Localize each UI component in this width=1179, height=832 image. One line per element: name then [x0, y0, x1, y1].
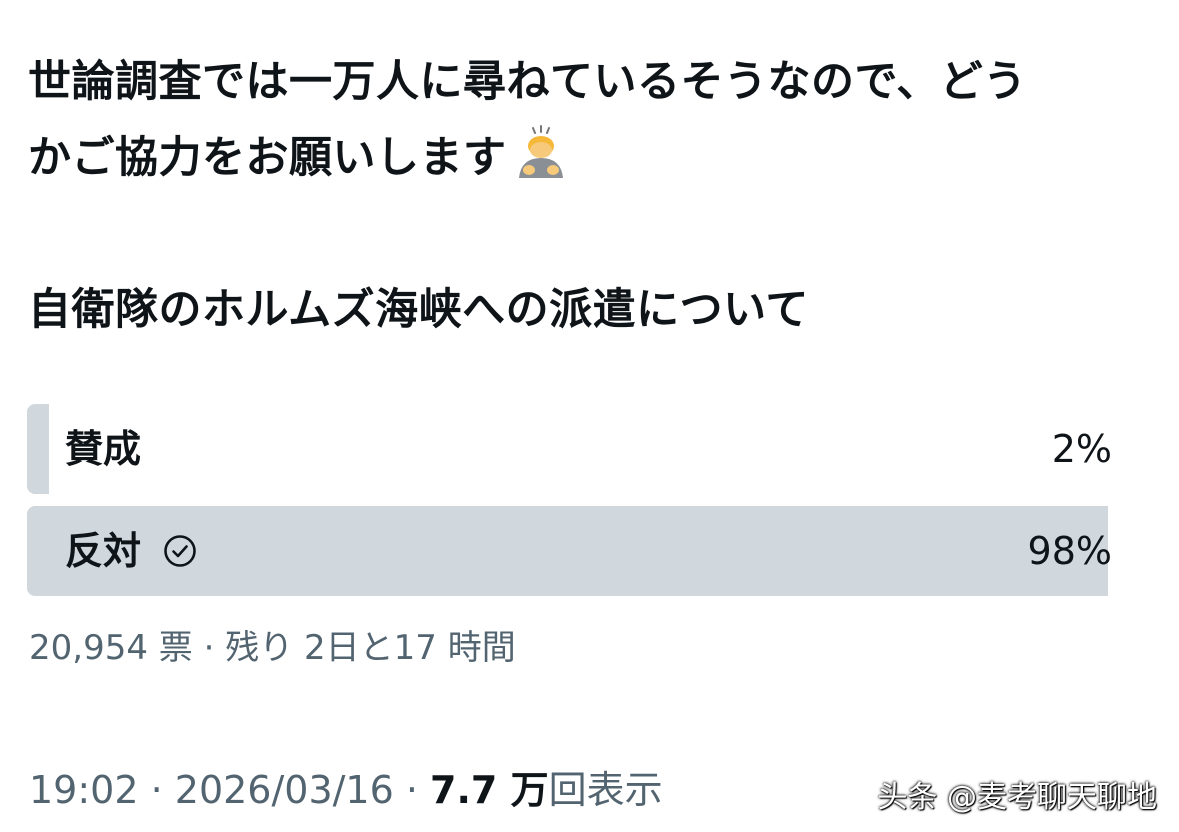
poll-vote-count: 20,954 票 · 残り 2日と17 時間: [29, 628, 516, 668]
poll-option-percent: 98%: [1027, 529, 1112, 573]
poll: 賛成 2% 反対 98%: [27, 404, 1130, 608]
poll-option-percent: 2%: [1051, 427, 1112, 471]
tweet-time[interactable]: 19:02: [29, 768, 139, 812]
poll-option-oppose[interactable]: 反対 98%: [27, 506, 1130, 596]
tweet-text-line-2-text: かご協力をお願いします: [28, 133, 507, 183]
check-circle-icon: [164, 535, 196, 567]
tweet-text-line-3: 自衛隊のホルムズ海峡への派遣について: [28, 285, 809, 335]
tweet-date[interactable]: 2026/03/16: [175, 768, 394, 812]
meta-separator: ·: [393, 768, 431, 812]
tweet-text: 世論調査では一万人に尋ねているそうなので、どう かご協力をお願いします 自衛隊の…: [28, 44, 1148, 348]
tweet-meta: 19:02 · 2026/03/16 · 7.7 万回表示: [29, 764, 663, 816]
meta-separator: ·: [138, 768, 175, 812]
poll-option-label-text: 反対: [65, 529, 142, 573]
poll-option-label-text: 賛成: [65, 427, 142, 471]
poll-option-label: 賛成: [65, 404, 141, 494]
poll-option-approve[interactable]: 賛成 2%: [27, 404, 1130, 494]
tweet-text-line-1: 世論調査では一万人に尋ねているそうなので、どう: [28, 57, 1027, 107]
poll-option-label: 反対: [65, 506, 197, 596]
view-count: 7.7 万: [430, 768, 549, 812]
view-label: 回表示: [548, 768, 663, 812]
poll-bar-approve: [27, 404, 50, 494]
person-bowing-icon: [518, 125, 563, 178]
tweet-text-line-2: かご協力をお願いします: [28, 120, 1148, 196]
watermark: 头条 @麦考聊天聊地: [877, 780, 1157, 815]
